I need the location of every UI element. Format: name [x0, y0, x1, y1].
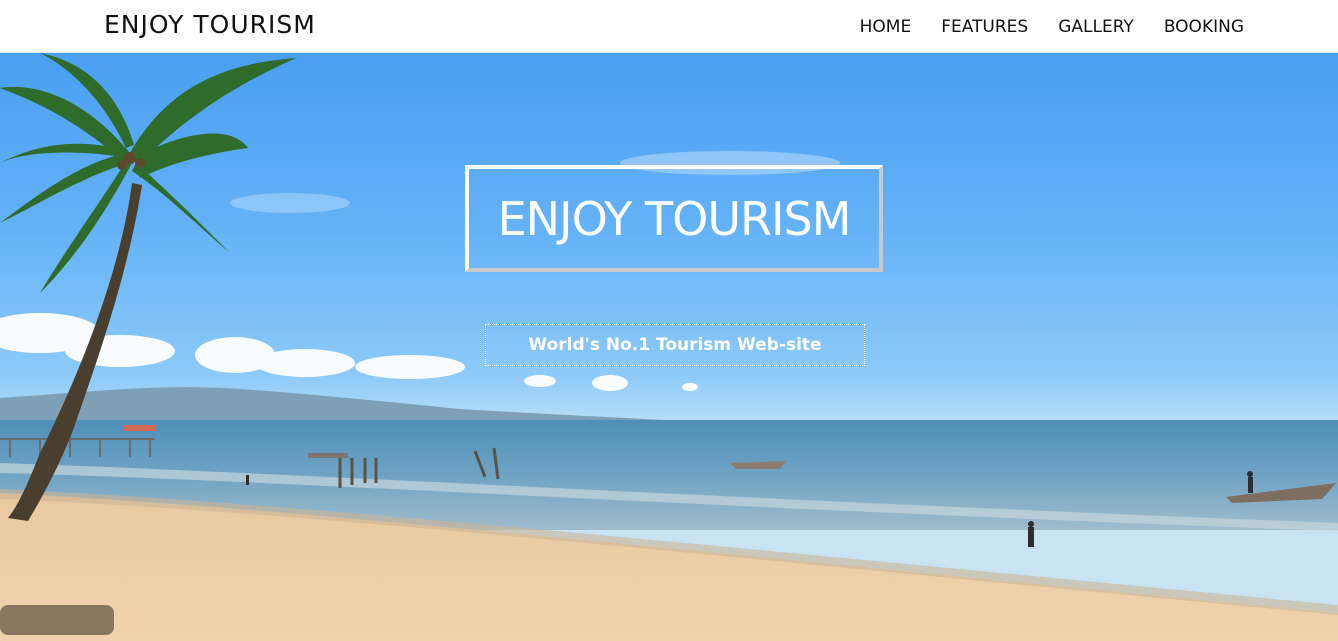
driftwood-log — [0, 605, 114, 635]
hero-title: ENJOY TOURISM — [497, 191, 852, 246]
hero-section: ENJOY TOURISM World's No.1 Tourism Web-s… — [0, 53, 1338, 641]
brand-logo-link[interactable]: ENJOY TOURISM — [104, 9, 316, 41]
hero-subtitle: World's No.1 Tourism Web-site — [528, 335, 822, 355]
top-navbar: ENJOY TOURISM HOME FEATURES GALLERY BOOK… — [0, 0, 1338, 53]
nav-link-home[interactable]: HOME — [860, 17, 912, 37]
nav-link-booking[interactable]: BOOKING — [1164, 17, 1244, 37]
nav-links: HOME FEATURES GALLERY BOOKING — [830, 0, 1244, 53]
hero-title-box: ENJOY TOURISM — [465, 165, 883, 272]
hero-subtitle-box: World's No.1 Tourism Web-site — [485, 324, 865, 366]
nav-link-features[interactable]: FEATURES — [941, 17, 1028, 37]
nav-link-gallery[interactable]: GALLERY — [1058, 17, 1134, 37]
